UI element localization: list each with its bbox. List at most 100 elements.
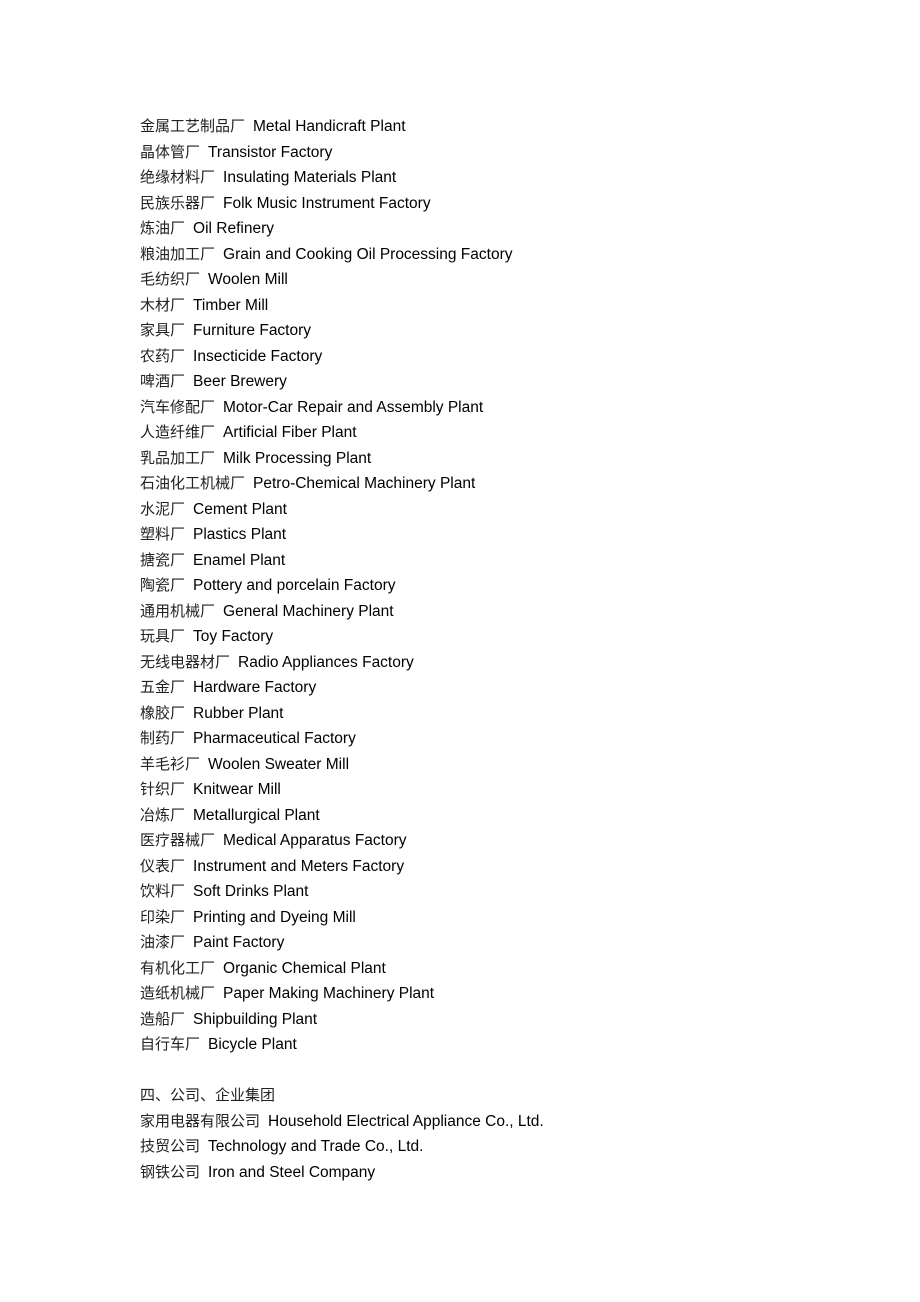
chinese-term: 玩具厂 bbox=[140, 627, 186, 645]
english-term: Organic Chemical Plant bbox=[223, 959, 386, 977]
english-term: Metallurgical Plant bbox=[193, 806, 320, 824]
chinese-term: 自行车厂 bbox=[140, 1035, 201, 1053]
english-term: Milk Processing Plant bbox=[223, 449, 372, 467]
list-item: 粮油加工厂 Grain and Cooking Oil Processing Fa… bbox=[140, 242, 840, 268]
chinese-term: 饮料厂 bbox=[140, 882, 186, 900]
english-term: Woolen Sweater Mill bbox=[208, 755, 350, 773]
english-term: Oil Refinery bbox=[193, 220, 274, 237]
list-item: 家具厂 Furniture Factory bbox=[140, 318, 840, 344]
list-item: 乳品加工厂 Milk Processing Plant bbox=[140, 446, 840, 472]
list-item: 玩具厂 Toy Factory bbox=[140, 624, 840, 650]
section-heading-text: 四、公司、企业集团 bbox=[140, 1086, 276, 1104]
english-term: Timber Mill bbox=[193, 296, 269, 314]
chinese-term: 制药厂 bbox=[140, 729, 186, 747]
english-term: Paint Factory bbox=[193, 934, 285, 951]
chinese-term: 汽车修配厂 bbox=[140, 397, 216, 416]
english-term: Petro-Chemical Machinery Plant bbox=[253, 475, 476, 492]
list-item: 有机化工厂 Organic Chemical Plant bbox=[140, 956, 840, 982]
english-term: Bicycle Plant bbox=[208, 1036, 297, 1053]
english-term: Metal Handicraft Plant bbox=[253, 118, 406, 135]
english-term: Beer Brewery bbox=[193, 373, 287, 390]
list-item: 造船厂 Shipbuilding Plant bbox=[140, 1007, 840, 1033]
list-item: 制药厂 Pharmaceutical Factory bbox=[140, 726, 840, 752]
factory-list: 金属工艺制品厂 Metal Handicraft Plant 晶体管厂 Transi… bbox=[140, 114, 840, 1058]
english-term: Pharmaceutical Factory bbox=[193, 730, 356, 747]
list-item: 针织厂 Knitwear Mill bbox=[140, 777, 840, 803]
list-item: 羊毛衫厂 Woolen Sweater Mill bbox=[140, 752, 840, 778]
chinese-term: 啤酒厂 bbox=[140, 372, 186, 390]
english-term: Insecticide Factory bbox=[193, 347, 323, 365]
english-term: Toy Factory bbox=[193, 628, 274, 645]
chinese-term: 绝缘材料厂 bbox=[140, 168, 216, 186]
chinese-term: 乳品加工厂 bbox=[140, 448, 216, 467]
list-item: 饮料厂 Soft Drinks Plant bbox=[140, 879, 840, 905]
chinese-term: 毛纺织厂 bbox=[140, 270, 201, 288]
chinese-term: 造船厂 bbox=[140, 1009, 186, 1028]
chinese-term: 粮油加工厂 bbox=[140, 244, 216, 263]
list-item: 搪瓷厂 Enamel Plant bbox=[140, 548, 840, 574]
list-item: 五金厂 Hardware Factory bbox=[140, 675, 840, 701]
english-term: Radio Appliances Factory bbox=[238, 653, 414, 671]
chinese-term: 五金厂 bbox=[140, 678, 186, 696]
chinese-term: 人造纤维厂 bbox=[140, 423, 216, 441]
english-term: Soft Drinks Plant bbox=[193, 883, 309, 900]
english-term: Pottery and porcelain Factory bbox=[193, 577, 396, 594]
english-term: Furniture Factory bbox=[193, 322, 312, 339]
list-item: 造纸机械厂 Paper Making Machinery Plant bbox=[140, 981, 840, 1007]
english-term: Household Electrical Appliance Co., Ltd. bbox=[268, 1112, 544, 1130]
english-term: Woolen Mill bbox=[208, 271, 288, 288]
chinese-term: 炼油厂 bbox=[140, 219, 186, 237]
chinese-term: 金属工艺制品厂 bbox=[140, 117, 246, 135]
list-item: 仪表厂 Instrument and Meters Factory bbox=[140, 854, 840, 880]
chinese-term: 塑料厂 bbox=[140, 525, 186, 543]
chinese-term: 晶体管厂 bbox=[140, 142, 201, 161]
chinese-term: 钢铁公司 bbox=[140, 1162, 201, 1181]
list-item: 橡胶厂 Rubber Plant bbox=[140, 701, 840, 727]
list-item: 无线电器材厂 Radio Appliances Factory bbox=[140, 650, 840, 676]
english-term: Technology and Trade Co., Ltd. bbox=[208, 1138, 424, 1155]
chinese-term: 家用电器有限公司 bbox=[140, 1111, 261, 1130]
list-item: 金属工艺制品厂 Metal Handicraft Plant bbox=[140, 114, 840, 140]
english-term: Hardware Factory bbox=[193, 679, 317, 696]
english-term: Grain and Cooking Oil Processing Factory bbox=[223, 245, 513, 263]
list-item: 木材厂 Timber Mill bbox=[140, 293, 840, 319]
list-item: 水泥厂 Cement Plant bbox=[140, 497, 840, 523]
list-item: 啤酒厂 Beer Brewery bbox=[140, 369, 840, 395]
english-term: Knitwear Mill bbox=[193, 781, 281, 798]
english-term: Printing and Dyeing Mill bbox=[193, 908, 356, 926]
chinese-term: 橡胶厂 bbox=[140, 703, 186, 722]
english-term: Iron and Steel Company bbox=[208, 1163, 376, 1181]
list-item: 农药厂 Insecticide Factory bbox=[140, 344, 840, 370]
english-term: Motor-Car Repair and Assembly Plant bbox=[223, 398, 484, 416]
chinese-term: 针织厂 bbox=[140, 780, 186, 798]
list-item: 家用电器有限公司 Household Electrical Appliance C… bbox=[140, 1109, 840, 1135]
english-term: Plastics Plant bbox=[193, 526, 287, 543]
english-term: Instrument and Meters Factory bbox=[193, 857, 405, 875]
list-item: 炼油厂 Oil Refinery bbox=[140, 216, 840, 242]
english-term: Shipbuilding Plant bbox=[193, 1010, 318, 1028]
chinese-term: 有机化工厂 bbox=[140, 958, 216, 977]
english-term: Rubber Plant bbox=[193, 704, 284, 722]
english-term: Medical Apparatus Factory bbox=[223, 832, 407, 849]
chinese-term: 医疗器械厂 bbox=[140, 831, 216, 849]
chinese-term: 家具厂 bbox=[140, 321, 186, 339]
chinese-term: 油漆厂 bbox=[140, 933, 186, 951]
list-item: 通用机械厂 General Machinery Plant bbox=[140, 599, 840, 625]
english-term: Enamel Plant bbox=[193, 551, 286, 569]
section-companies: 四、公司、企业集团 家用电器有限公司 Household Electrical A… bbox=[140, 1083, 840, 1185]
list-item: 冶炼厂 Metallurgical Plant bbox=[140, 803, 840, 829]
list-item: 绝缘材料厂 Insulating Materials Plant bbox=[140, 165, 840, 191]
english-term: Artificial Fiber Plant bbox=[223, 424, 357, 441]
english-term: General Machinery Plant bbox=[223, 602, 394, 620]
chinese-term: 技贸公司 bbox=[140, 1137, 201, 1155]
chinese-term: 羊毛衫厂 bbox=[140, 754, 201, 773]
list-item: 民族乐器厂 Folk Music Instrument Factory bbox=[140, 191, 840, 217]
english-term: Folk Music Instrument Factory bbox=[223, 194, 431, 212]
list-item: 石油化工机械厂 Petro-Chemical Machinery Plant bbox=[140, 471, 840, 497]
list-item: 钢铁公司 Iron and Steel Company bbox=[140, 1160, 840, 1186]
list-item: 技贸公司 Technology and Trade Co., Ltd. bbox=[140, 1134, 840, 1160]
chinese-term: 造纸机械厂 bbox=[140, 984, 216, 1002]
chinese-term: 民族乐器厂 bbox=[140, 193, 216, 212]
list-item: 汽车修配厂 Motor-Car Repair and Assembly Plant bbox=[140, 395, 840, 421]
